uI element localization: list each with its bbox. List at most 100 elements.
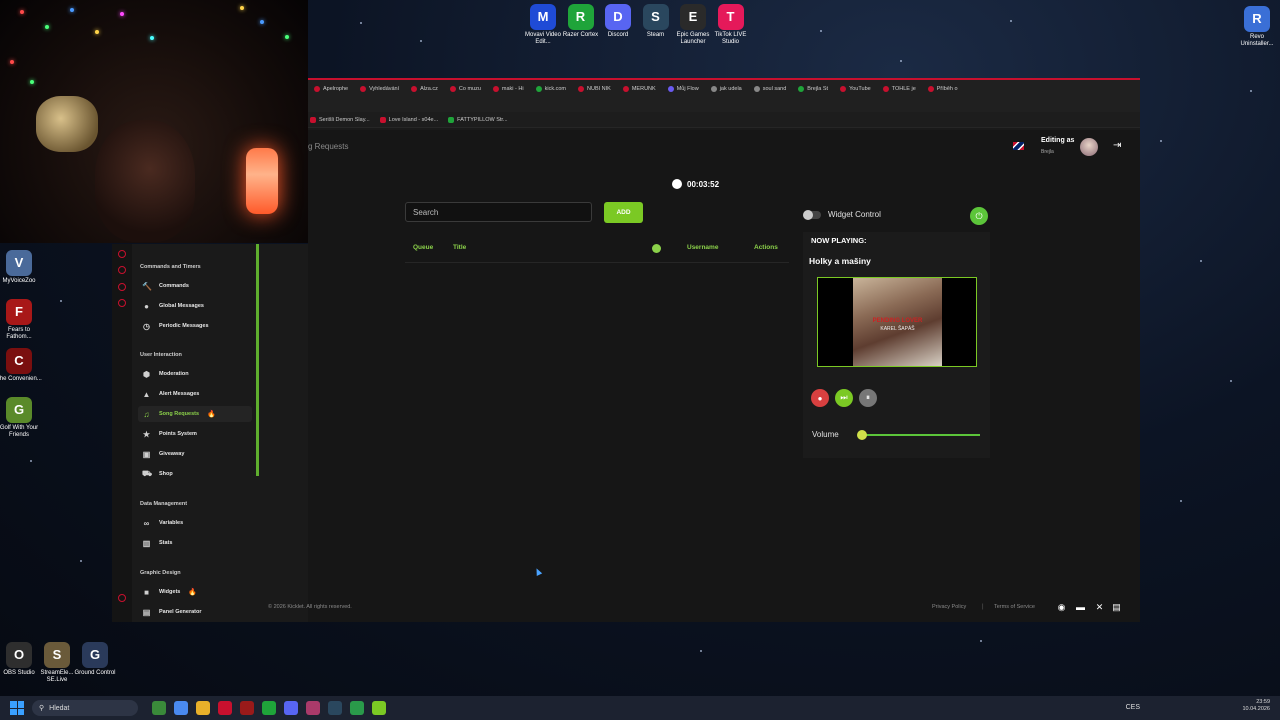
discord-app-icon[interactable] <box>284 701 298 715</box>
tab-bar: Apelrophe Vyhledávání Alza.cz Co muzu maki -… <box>308 78 1140 98</box>
search-input[interactable] <box>405 202 592 222</box>
video-player[interactable]: PENDING LOVER KAREL ŠAPÁŠ <box>817 277 977 367</box>
volume-slider[interactable] <box>862 434 980 436</box>
lamp <box>246 148 278 214</box>
rail-icon[interactable] <box>118 266 126 274</box>
sidebar-item-alert-messages[interactable]: ▲ Alert Messages <box>138 386 252 402</box>
discord-icon[interactable]: ◉ <box>1056 602 1067 613</box>
x-icon[interactable]: ✕ <box>1094 602 1105 613</box>
sidebar-item-points-system[interactable]: ★ Points System <box>138 426 252 442</box>
skip-button[interactable]: ⏭ <box>835 389 853 407</box>
xbox-app-icon[interactable] <box>152 701 166 715</box>
bookmark-item[interactable]: Love Island - s04e... <box>379 116 438 123</box>
explorer-app-icon[interactable] <box>196 701 210 715</box>
bookmark-item[interactable]: Serišli Demon Slay... <box>310 116 370 123</box>
pause-button[interactable]: ⏸ <box>859 389 877 407</box>
sidebar-item-label: Panel Generator <box>159 609 202 615</box>
taskbar: ⚲ Hledat CES 23:59 10.04.2026 <box>0 696 1280 720</box>
kick-icon[interactable]: ▬ <box>1075 602 1086 613</box>
chrome-app-icon[interactable] <box>174 701 188 715</box>
column-actions: Actions <box>754 244 778 251</box>
now-playing-title: Holky a mašiny <box>809 256 871 266</box>
tab-favicon-icon <box>314 86 320 92</box>
app-0-icon: M <box>530 4 556 30</box>
sidebar-scrollbar[interactable] <box>256 244 259 476</box>
browser-tab[interactable]: Co muzu <box>444 80 487 98</box>
sidebar-item-shop[interactable]: ⛟ Shop <box>138 466 252 482</box>
browser-tab[interactable]: maki - Hi <box>487 80 530 98</box>
clock-date: 10.04.2026 <box>1242 706 1270 713</box>
minecraft-app-icon[interactable] <box>350 701 364 715</box>
rail-icon[interactable] <box>118 250 126 258</box>
browser-tab[interactable]: Apelrophe <box>308 80 354 98</box>
bookmark-item[interactable]: FATTYPILLOW Str... <box>448 116 508 123</box>
system-clock[interactable]: 23:59 10.04.2026 <box>1242 699 1270 713</box>
rail-icon[interactable] <box>118 594 126 602</box>
lang-indicator[interactable]: CES <box>1126 704 1140 711</box>
browser-tab[interactable]: Vyhledávání <box>354 80 405 98</box>
desktop-icon-left-3[interactable]: G Golf With Your Friends <box>0 397 42 438</box>
power-button[interactable]: ⏻ <box>970 207 988 225</box>
browser-tab[interactable]: TOHLE je <box>877 80 922 98</box>
kicklet-app-icon[interactable] <box>372 701 386 715</box>
app-icon[interactable] <box>240 701 254 715</box>
hammer-icon: 🔨 <box>142 281 152 291</box>
browser-tab[interactable]: Můj Flow <box>662 80 705 98</box>
sidebar-item-commands[interactable]: 🔨 Commands <box>138 278 252 294</box>
start-button[interactable] <box>10 701 24 715</box>
desktop-icon-5[interactable]: T TikTok LIVE Studio <box>708 4 754 45</box>
column-title[interactable]: Title <box>453 244 466 251</box>
browser-tab[interactable]: YouTube <box>834 80 877 98</box>
rail-icon[interactable] <box>118 283 126 291</box>
docs-icon[interactable]: ▤ <box>1111 602 1122 613</box>
browser-tab[interactable]: Alza.cz <box>405 80 444 98</box>
sidebar-item-panel-generator[interactable]: ▤ Panel Generator <box>138 604 252 620</box>
logout-icon[interactable]: ⇥ <box>1113 140 1121 151</box>
column-queue[interactable]: Queue <box>413 244 433 251</box>
now-playing-label: NOW PLAYING: <box>811 236 867 245</box>
privacy-policy-link[interactable]: Privacy Policy <box>932 604 966 610</box>
desktop-icon-bottom-2[interactable]: G Ground Control <box>72 642 118 677</box>
sidebar-item-giveaway[interactable]: ▣ Giveaway <box>138 446 252 462</box>
browser-tab[interactable]: soul sand <box>748 80 793 98</box>
tab-favicon-icon <box>411 86 418 92</box>
desktop-icon-left-0[interactable]: V MyVoiceZoo <box>0 250 42 285</box>
browser-tab[interactable]: jak udela <box>705 80 748 98</box>
sidebar-item-variables[interactable]: ∞ Variables <box>138 515 252 531</box>
sidebar-item-moderation[interactable]: ⬢ Moderation <box>138 366 252 382</box>
sidebar-item-song-requests[interactable]: ♫ Song Requests 🔥 <box>138 406 252 422</box>
opera-app-icon[interactable] <box>218 701 232 715</box>
spotify-app-icon[interactable] <box>262 701 276 715</box>
stop-button[interactable]: ● <box>811 389 829 407</box>
language-flag-icon[interactable] <box>1013 142 1024 150</box>
widget-control-toggle[interactable] <box>803 210 821 220</box>
app-bottom-2-icon: G <box>82 642 108 668</box>
desktop-icon-label: Fears to Fathom... <box>6 327 32 340</box>
avatar[interactable] <box>1080 138 1098 156</box>
volume-slider-knob[interactable] <box>857 430 867 440</box>
rail-icon[interactable] <box>118 299 126 307</box>
sidebar-item-stats[interactable]: ▥ Stats <box>138 535 252 551</box>
browser-tab[interactable]: kick.com <box>530 80 572 98</box>
browser-tab[interactable]: Příběh o <box>922 80 964 98</box>
desktop-icon-revo[interactable]: R Revo Uninstaller... <box>1234 6 1280 47</box>
sidebar-item-label: Stats <box>159 540 173 546</box>
stats-icon: ▥ <box>142 538 151 548</box>
sidebar-item-label: Global Messages <box>159 303 204 309</box>
app-5-icon: T <box>717 4 744 30</box>
desktop-icon-left-1[interactable]: F Fears to Fathom... <box>0 299 42 340</box>
sidebar-item-global-messages[interactable]: ● Global Messages <box>138 298 252 314</box>
desktop-icon-left-2[interactable]: C The Convenien... <box>0 348 42 383</box>
browser-tab[interactable]: NUBI NIK <box>572 80 617 98</box>
terms-of-service-link[interactable]: Terms of Service <box>994 604 1035 610</box>
browser-tab[interactable]: Brejla St <box>792 80 834 98</box>
bookmark-favicon-icon <box>448 116 455 123</box>
app-icon[interactable] <box>306 701 320 715</box>
add-button[interactable]: ADD <box>604 202 643 223</box>
sidebar-item-widgets[interactable]: ■ Widgets 🔥 <box>138 584 252 600</box>
browser-tab[interactable]: MERUNK <box>617 80 662 98</box>
steam-app-icon[interactable] <box>328 701 342 715</box>
taskbar-search[interactable]: ⚲ Hledat <box>32 700 138 716</box>
sidebar-item-periodic-messages[interactable]: ◷ Periodic Messages <box>138 318 252 334</box>
column-username[interactable]: Username <box>687 244 718 251</box>
